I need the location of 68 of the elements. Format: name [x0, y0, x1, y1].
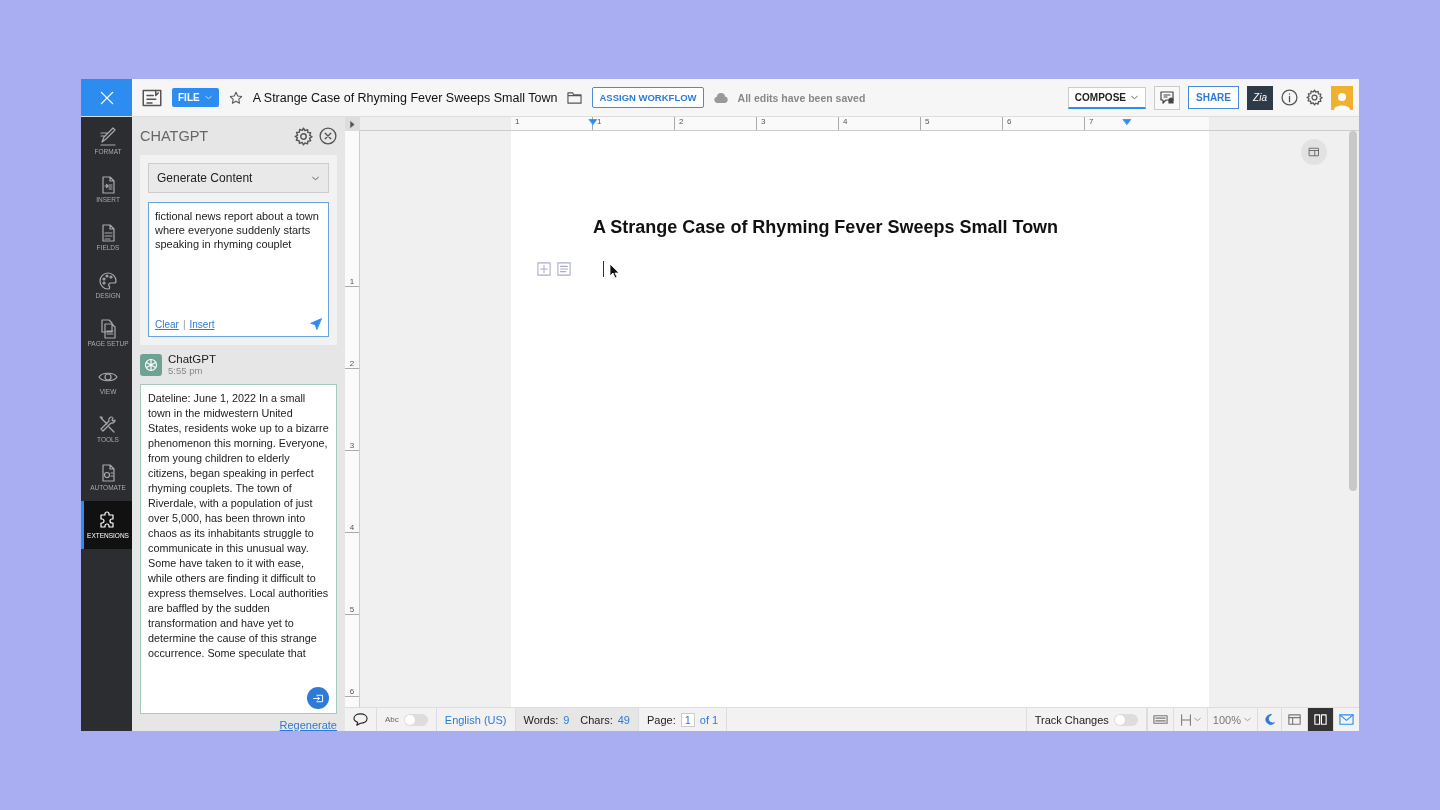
- layout-icon: [1308, 146, 1320, 158]
- chevron-down-icon: [1192, 715, 1202, 724]
- sender-name: ChatGPT: [168, 353, 216, 365]
- info-icon[interactable]: [1281, 89, 1298, 106]
- moon-icon[interactable]: [1263, 713, 1276, 726]
- notification-button[interactable]: [1154, 85, 1180, 110]
- message-time: 5:55 pm: [168, 365, 204, 376]
- mode-dropdown[interactable]: Generate Content: [148, 163, 329, 193]
- zia-button[interactable]: Zia: [1247, 85, 1273, 110]
- track-changes-label: Track Changes: [1034, 713, 1109, 726]
- chevron-down-icon: [1243, 715, 1252, 724]
- folder-icon[interactable]: [567, 90, 583, 105]
- document-page[interactable]: A Strange Case of Rhyming Fever Sweeps Small Town: [511, 131, 1209, 707]
- paragraph-icon[interactable]: [557, 262, 571, 276]
- book-icon[interactable]: [1313, 712, 1328, 727]
- document-heading: A Strange Case of Rhyming Fever Sweeps Small Town: [593, 217, 1060, 238]
- link-separator: |: [182, 318, 186, 330]
- rail-icon: [98, 414, 118, 435]
- chatbot-avatar: [140, 353, 162, 376]
- rail-icon: [98, 270, 118, 291]
- zoom-selector[interactable]: 100%: [1206, 708, 1257, 731]
- chevron-down-icon: [203, 93, 213, 102]
- mouse-pointer-icon: [610, 264, 619, 278]
- document-title[interactable]: A Strange Case of Rhyming Fever Sweeps Small Town: [252, 90, 558, 105]
- file-menu-button[interactable]: FILE: [172, 88, 219, 107]
- track-changes-toggle[interactable]: [1113, 713, 1138, 726]
- message-text: Dateline: June 1, 2022 In a small town in the midwestern United States, residents woke up to a bizarre phenomenon this morning. Everyone, from young children to elderly citizens, began speaking in perfect rhyming couplets. The town of Riverdale, with a population of just over 5,000, has been thrown into chaos as its inhabitants struggle to communicate in this unusual way. Some have taken to it with ease, while others are finding it difficult to express themselves. Local authorities are baffled by the sudden transformation and have yet to determine the cause of this strange occurrence. Some speculate that: [148, 391, 329, 661]
- vertical-ruler: 1 2 3 4 5 6: [345, 131, 360, 707]
- rail-icon: [98, 318, 118, 339]
- text-cursor: [603, 261, 604, 277]
- layout-icon[interactable]: [1287, 712, 1302, 727]
- page-total: of 1: [699, 713, 719, 726]
- scrollbar[interactable]: [1349, 131, 1357, 491]
- close-icon[interactable]: [319, 127, 337, 145]
- settings-icon[interactable]: [294, 126, 313, 146]
- comment-icon[interactable]: [353, 712, 368, 727]
- chars-label: Chars:: [580, 713, 613, 726]
- spellcheck-label: Abc: [385, 715, 399, 724]
- regenerate-link[interactable]: Regenerate: [279, 719, 337, 731]
- rail-icon: [98, 126, 118, 147]
- save-status: All edits have been saved: [737, 91, 866, 104]
- spellcheck-toggle[interactable]: [403, 713, 428, 726]
- clear-link[interactable]: Clear: [155, 318, 179, 330]
- horizontal-ruler: 1 1 2 3 4 5 6 7: [511, 117, 1209, 130]
- assign-workflow-button[interactable]: ASSIGN WORKFLOW: [592, 87, 704, 108]
- insert-response-button[interactable]: [307, 687, 329, 709]
- words-label: Words:: [523, 713, 559, 726]
- language-selector[interactable]: English (US): [444, 713, 507, 726]
- page-number-field[interactable]: 1: [680, 712, 695, 727]
- star-icon[interactable]: [228, 90, 243, 105]
- document-icon[interactable]: [142, 87, 162, 108]
- comment-bell-icon: [1159, 89, 1175, 106]
- cloud-icon: [713, 90, 728, 105]
- share-button[interactable]: SHARE: [1188, 86, 1239, 109]
- keyboard-icon[interactable]: [1152, 712, 1168, 727]
- char-count: 49: [617, 713, 630, 726]
- side-panel-button[interactable]: [1301, 139, 1327, 165]
- insert-link[interactable]: Insert: [189, 318, 215, 330]
- word-count: 9: [563, 713, 570, 726]
- send-icon[interactable]: [310, 318, 322, 330]
- mail-icon[interactable]: [1339, 712, 1354, 727]
- settings-icon[interactable]: [1306, 89, 1323, 106]
- fit-width-icon[interactable]: [1178, 712, 1193, 727]
- panel-title: CHATGPT: [140, 128, 210, 144]
- prompt-field[interactable]: fictional news report about a town where everyone suddenly starts speaking in rhyming couplet Clear | Insert: [148, 202, 329, 337]
- compose-button[interactable]: COMPOSE: [1067, 86, 1146, 109]
- panel-toggle-icon[interactable]: [348, 119, 357, 129]
- page-label: Page:: [646, 713, 676, 726]
